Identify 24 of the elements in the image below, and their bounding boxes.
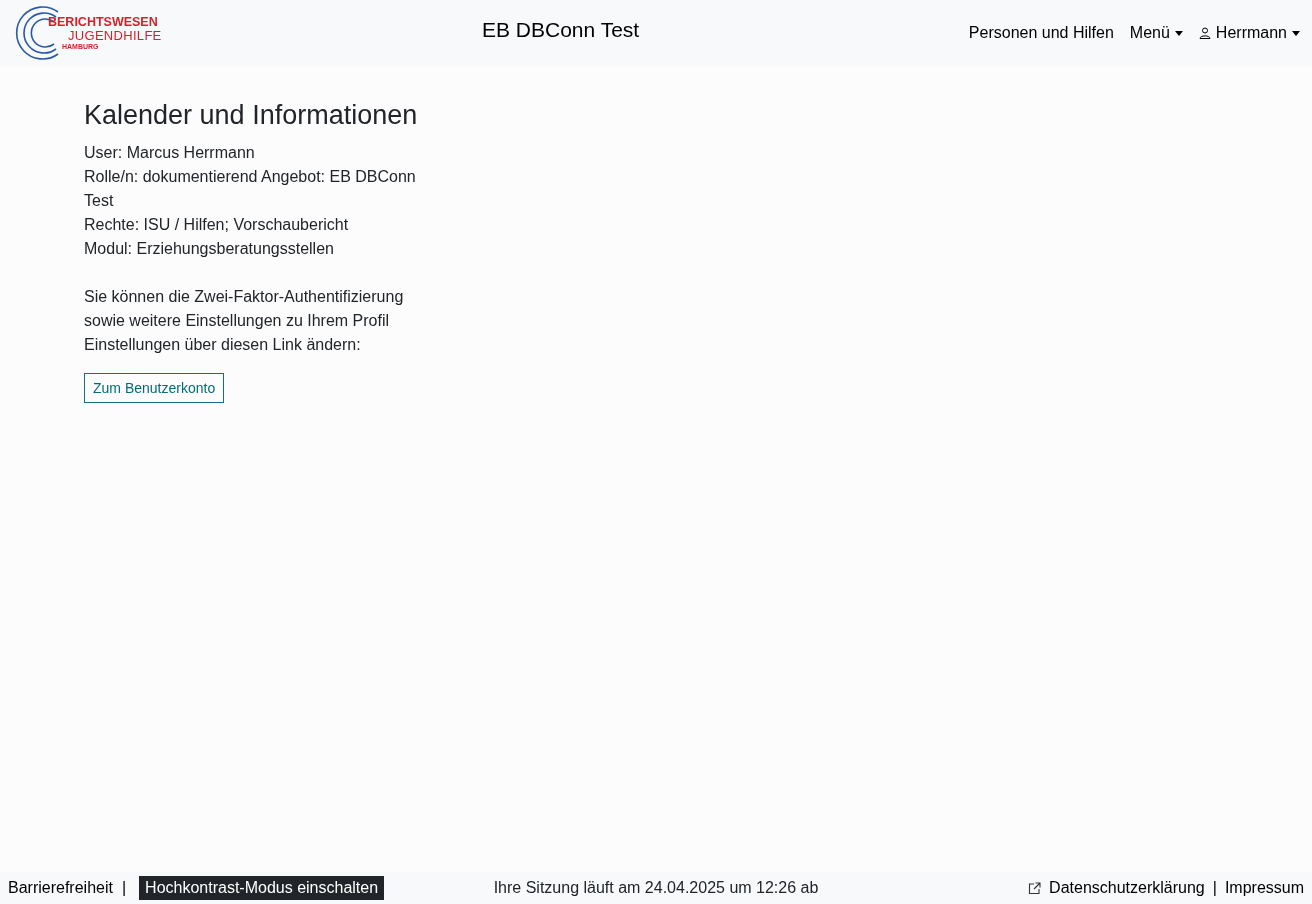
logo-text: BERICHTSWESEN	[48, 16, 159, 29]
footer-link[interactable]: Datenschutzerklärung	[1049, 879, 1205, 897]
separator-text: |	[1212, 879, 1217, 897]
footer-link[interactable]: Impressum	[1224, 879, 1304, 897]
caret-icon	[1174, 30, 1183, 36]
separator-text: |	[121, 879, 127, 897]
nav-link[interactable]: Personen und Hilfen	[968, 24, 1114, 42]
external-link-icon	[1028, 881, 1042, 895]
page-heading: Kalender und Informationen	[84, 100, 419, 131]
person-icon	[1198, 27, 1211, 39]
footer-link[interactable]: Barrierefreiheit	[8, 879, 113, 897]
info-text: Rolle/n: dokumentierend Angebot: EB DBConn Test	[84, 167, 417, 211]
user-menu[interactable]: Herrmann	[1198, 24, 1300, 42]
info-paragraph: Sie können die Zwei-Faktor-Authentifizierung sowie weitere Einstellungen zu Ihrem Profil Einstellungen über diesen Link ändern:	[84, 287, 405, 355]
app-title: EB DBConn Test	[482, 18, 640, 42]
session-text: Ihre Sitzung läuft am 24.04.2025 um 12:26 ab	[493, 879, 819, 897]
account-button[interactable]: Zum Benutzerkonto	[84, 373, 225, 403]
menu-dropdown[interactable]: Menü	[1129, 24, 1183, 42]
info-text: Modul: Erziehungsberatungsstellen	[84, 239, 335, 259]
logo-text: JUGENDHILFE	[68, 28, 162, 42]
info-text: Rechte: ISU / Hilfen; Vorschaubericht	[84, 215, 350, 235]
info-text: User: Marcus Herrmann	[84, 143, 256, 163]
caret-icon	[1292, 30, 1300, 36]
high-contrast-button[interactable]: Hochkontrast-Modus einschalten	[139, 876, 385, 900]
